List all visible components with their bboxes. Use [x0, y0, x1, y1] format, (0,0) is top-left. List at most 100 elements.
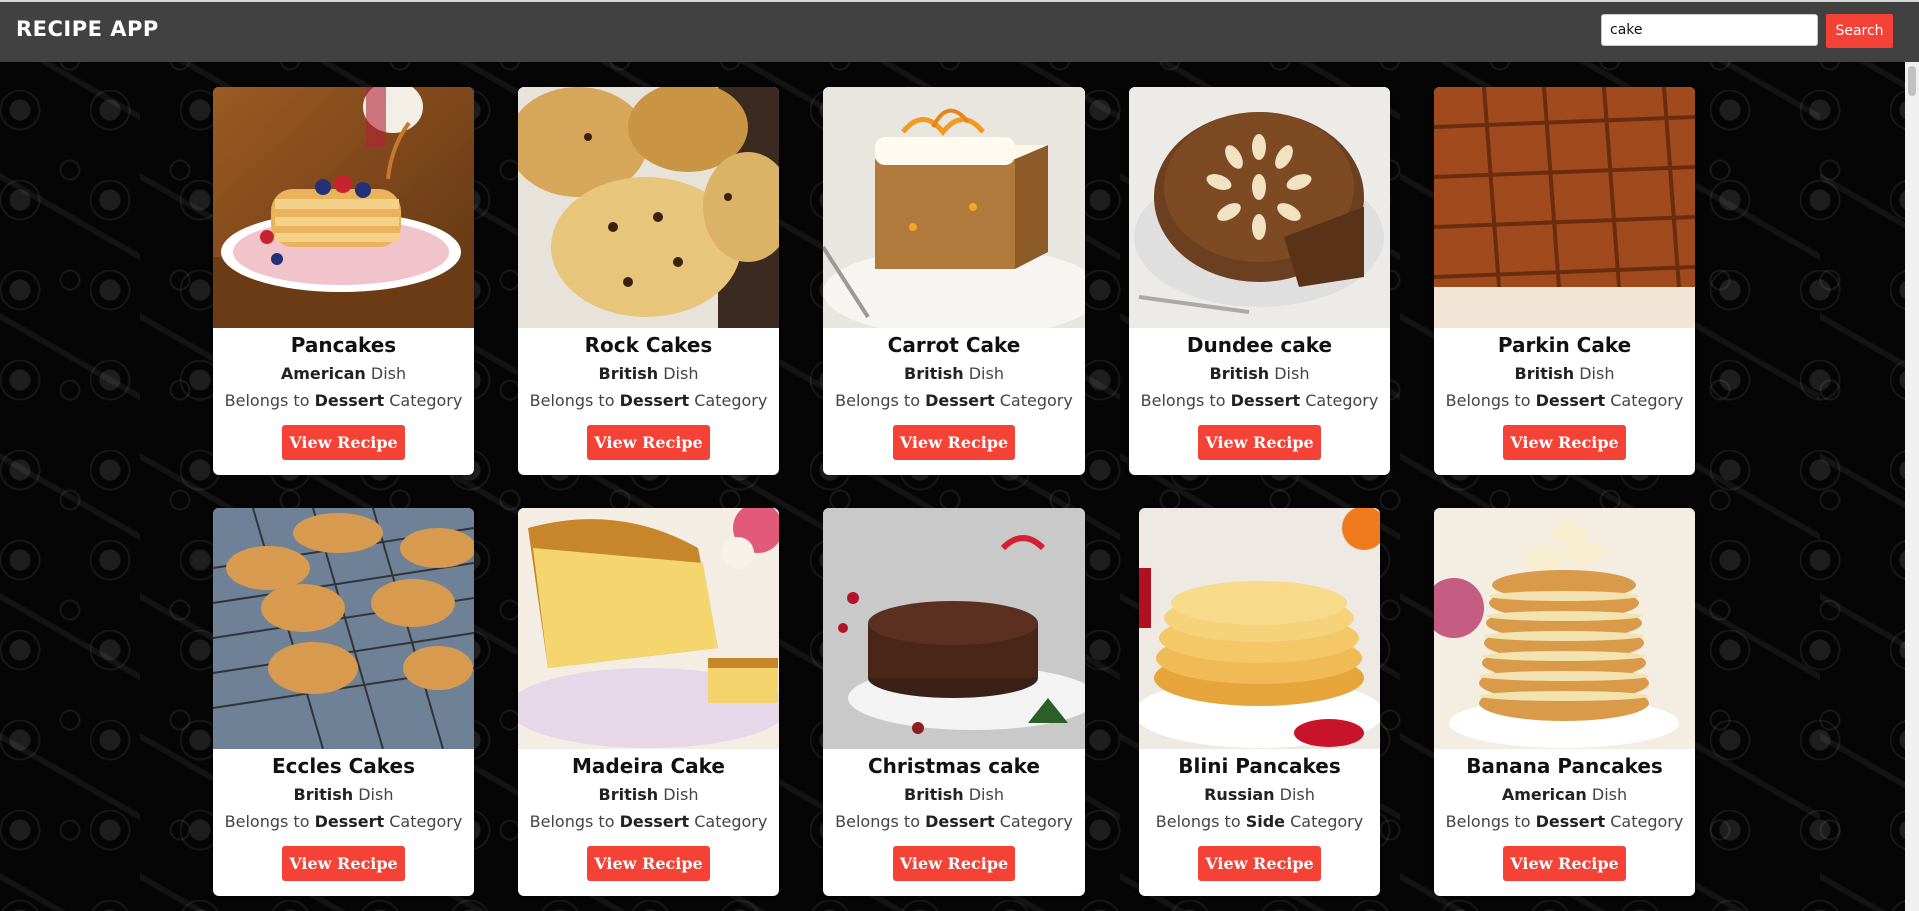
view-recipe-button[interactable]: View Recipe	[892, 846, 1016, 881]
recipe-image[interactable]	[518, 508, 779, 749]
recipe-card: Madeira Cake British Dish Belongs to Des…	[518, 508, 779, 896]
recipe-area: British Dish	[1434, 360, 1695, 387]
recipe-card: Dundee cake British Dish Belongs to Dess…	[1129, 87, 1390, 475]
recipe-title: Eccles Cakes	[271, 754, 416, 778]
scrollbar-thumb[interactable]	[1908, 66, 1916, 96]
recipe-category: Belongs to Dessert Category	[518, 387, 779, 414]
recipe-area-name: American	[1501, 785, 1587, 804]
recipe-category-name: Dessert	[314, 812, 385, 831]
recipe-card-body: Pancakes American Dish Belongs to Desser…	[213, 328, 474, 460]
recipe-category-prefix: Belongs to	[1140, 391, 1226, 410]
recipe-area-name: British	[1209, 364, 1270, 383]
recipe-area-suffix: Dish	[968, 785, 1004, 804]
recipe-card-body: Eccles Cakes British Dish Belongs to Des…	[213, 749, 474, 881]
recipe-category-suffix: Category	[389, 812, 463, 831]
recipe-area-suffix: Dish	[1274, 364, 1310, 383]
recipe-area: British Dish	[1129, 360, 1390, 387]
recipe-category-suffix: Category	[1305, 391, 1379, 410]
recipe-category-name: Dessert	[925, 391, 995, 410]
recipe-category: Belongs to Dessert Category	[823, 387, 1085, 414]
recipe-category-prefix: Belongs to	[835, 391, 920, 410]
view-recipe-button[interactable]: View Recipe	[282, 846, 405, 881]
recipe-card: Pancakes American Dish Belongs to Desser…	[213, 87, 474, 475]
recipe-title: Banana Pancakes	[1466, 754, 1663, 778]
recipe-category-suffix: Category	[389, 391, 463, 410]
recipe-card-body: Madeira Cake British Dish Belongs to Des…	[518, 749, 779, 881]
recipe-category-suffix: Category	[999, 391, 1073, 410]
recipe-area-name: British	[1514, 364, 1575, 383]
recipe-area: British Dish	[823, 360, 1085, 387]
recipe-category-name: Dessert	[925, 812, 995, 831]
recipe-image[interactable]	[823, 87, 1085, 328]
recipe-area: American Dish	[1434, 781, 1695, 808]
recipe-card: Blini Pancakes Russian Dish Belongs to S…	[1139, 508, 1380, 896]
view-recipe-button[interactable]: View Recipe	[587, 846, 710, 881]
recipe-area: British Dish	[518, 781, 779, 808]
recipe-category: Belongs to Side Category	[1139, 808, 1380, 835]
view-recipe-button[interactable]: View Recipe	[282, 425, 405, 460]
recipe-category-suffix: Category	[1610, 812, 1684, 831]
recipe-area-suffix: Dish	[968, 364, 1004, 383]
recipe-category-name: Side	[1245, 812, 1286, 831]
recipe-grid: Pancakes American Dish Belongs to Desser…	[0, 0, 1919, 911]
recipe-area-suffix: Dish	[370, 364, 407, 383]
recipe-card: Christmas cake British Dish Belongs to D…	[823, 508, 1085, 896]
recipe-area-suffix: Dish	[663, 785, 699, 804]
recipe-category: Belongs to Dessert Category	[213, 808, 474, 835]
recipe-category-suffix: Category	[694, 812, 768, 831]
recipe-area: British Dish	[518, 360, 779, 387]
recipe-title: Dundee cake	[1186, 333, 1333, 357]
view-recipe-button[interactable]: View Recipe	[1503, 846, 1626, 881]
recipe-image[interactable]	[1139, 508, 1380, 749]
view-recipe-button[interactable]: View Recipe	[892, 425, 1016, 460]
recipe-image[interactable]	[823, 508, 1085, 749]
recipe-category-name: Dessert	[619, 812, 690, 831]
recipe-card: Banana Pancakes American Dish Belongs to…	[1434, 508, 1695, 896]
recipe-category-name: Dessert	[1230, 391, 1301, 410]
recipe-image[interactable]	[518, 87, 779, 328]
recipe-area-suffix: Dish	[1591, 785, 1628, 804]
recipe-category-name: Dessert	[619, 391, 690, 410]
recipe-area: Russian Dish	[1139, 781, 1380, 808]
recipe-image[interactable]	[1129, 87, 1390, 328]
recipe-area-name: American	[280, 364, 366, 383]
recipe-title: Madeira Cake	[572, 754, 725, 778]
recipe-category: Belongs to Dessert Category	[823, 808, 1085, 835]
recipe-category-prefix: Belongs to	[224, 812, 310, 831]
recipe-card: Eccles Cakes British Dish Belongs to Des…	[213, 508, 474, 896]
view-recipe-button[interactable]: View Recipe	[1503, 425, 1626, 460]
view-recipe-button[interactable]: View Recipe	[1198, 846, 1321, 881]
recipe-card: Parkin Cake British Dish Belongs to Dess…	[1434, 87, 1695, 475]
recipe-image[interactable]	[1434, 87, 1695, 328]
recipe-category: Belongs to Dessert Category	[1434, 387, 1695, 414]
recipe-area-name: British	[598, 364, 659, 383]
recipe-category-suffix: Category	[999, 812, 1073, 831]
recipe-title: Parkin Cake	[1497, 333, 1632, 357]
page-scrollbar[interactable]	[1905, 62, 1919, 911]
recipe-title: Carrot Cake	[887, 333, 1021, 357]
recipe-area: British Dish	[213, 781, 474, 808]
view-recipe-button[interactable]: View Recipe	[587, 425, 710, 460]
recipe-category-prefix: Belongs to	[835, 812, 920, 831]
recipe-category: Belongs to Dessert Category	[1434, 808, 1695, 835]
recipe-category-name: Dessert	[314, 391, 385, 410]
recipe-category-prefix: Belongs to	[529, 812, 615, 831]
recipe-category-prefix: Belongs to	[1155, 812, 1241, 831]
recipe-category-prefix: Belongs to	[529, 391, 615, 410]
recipe-card-body: Rock Cakes British Dish Belongs to Desse…	[518, 328, 779, 460]
recipe-card-body: Christmas cake British Dish Belongs to D…	[823, 749, 1085, 881]
recipe-area-suffix: Dish	[1579, 364, 1615, 383]
recipe-category-suffix: Category	[1610, 391, 1684, 410]
recipe-category: Belongs to Dessert Category	[1129, 387, 1390, 414]
recipe-category: Belongs to Dessert Category	[518, 808, 779, 835]
recipe-category-name: Dessert	[1535, 812, 1606, 831]
view-recipe-button[interactable]: View Recipe	[1198, 425, 1321, 460]
recipe-category-suffix: Category	[1290, 812, 1364, 831]
recipe-area-name: British	[293, 785, 354, 804]
recipe-image[interactable]	[213, 508, 474, 749]
recipe-area-suffix: Dish	[358, 785, 394, 804]
recipe-area: American Dish	[213, 360, 474, 387]
recipe-area: British Dish	[823, 781, 1085, 808]
recipe-image[interactable]	[1434, 508, 1695, 749]
recipe-image[interactable]	[213, 87, 474, 328]
